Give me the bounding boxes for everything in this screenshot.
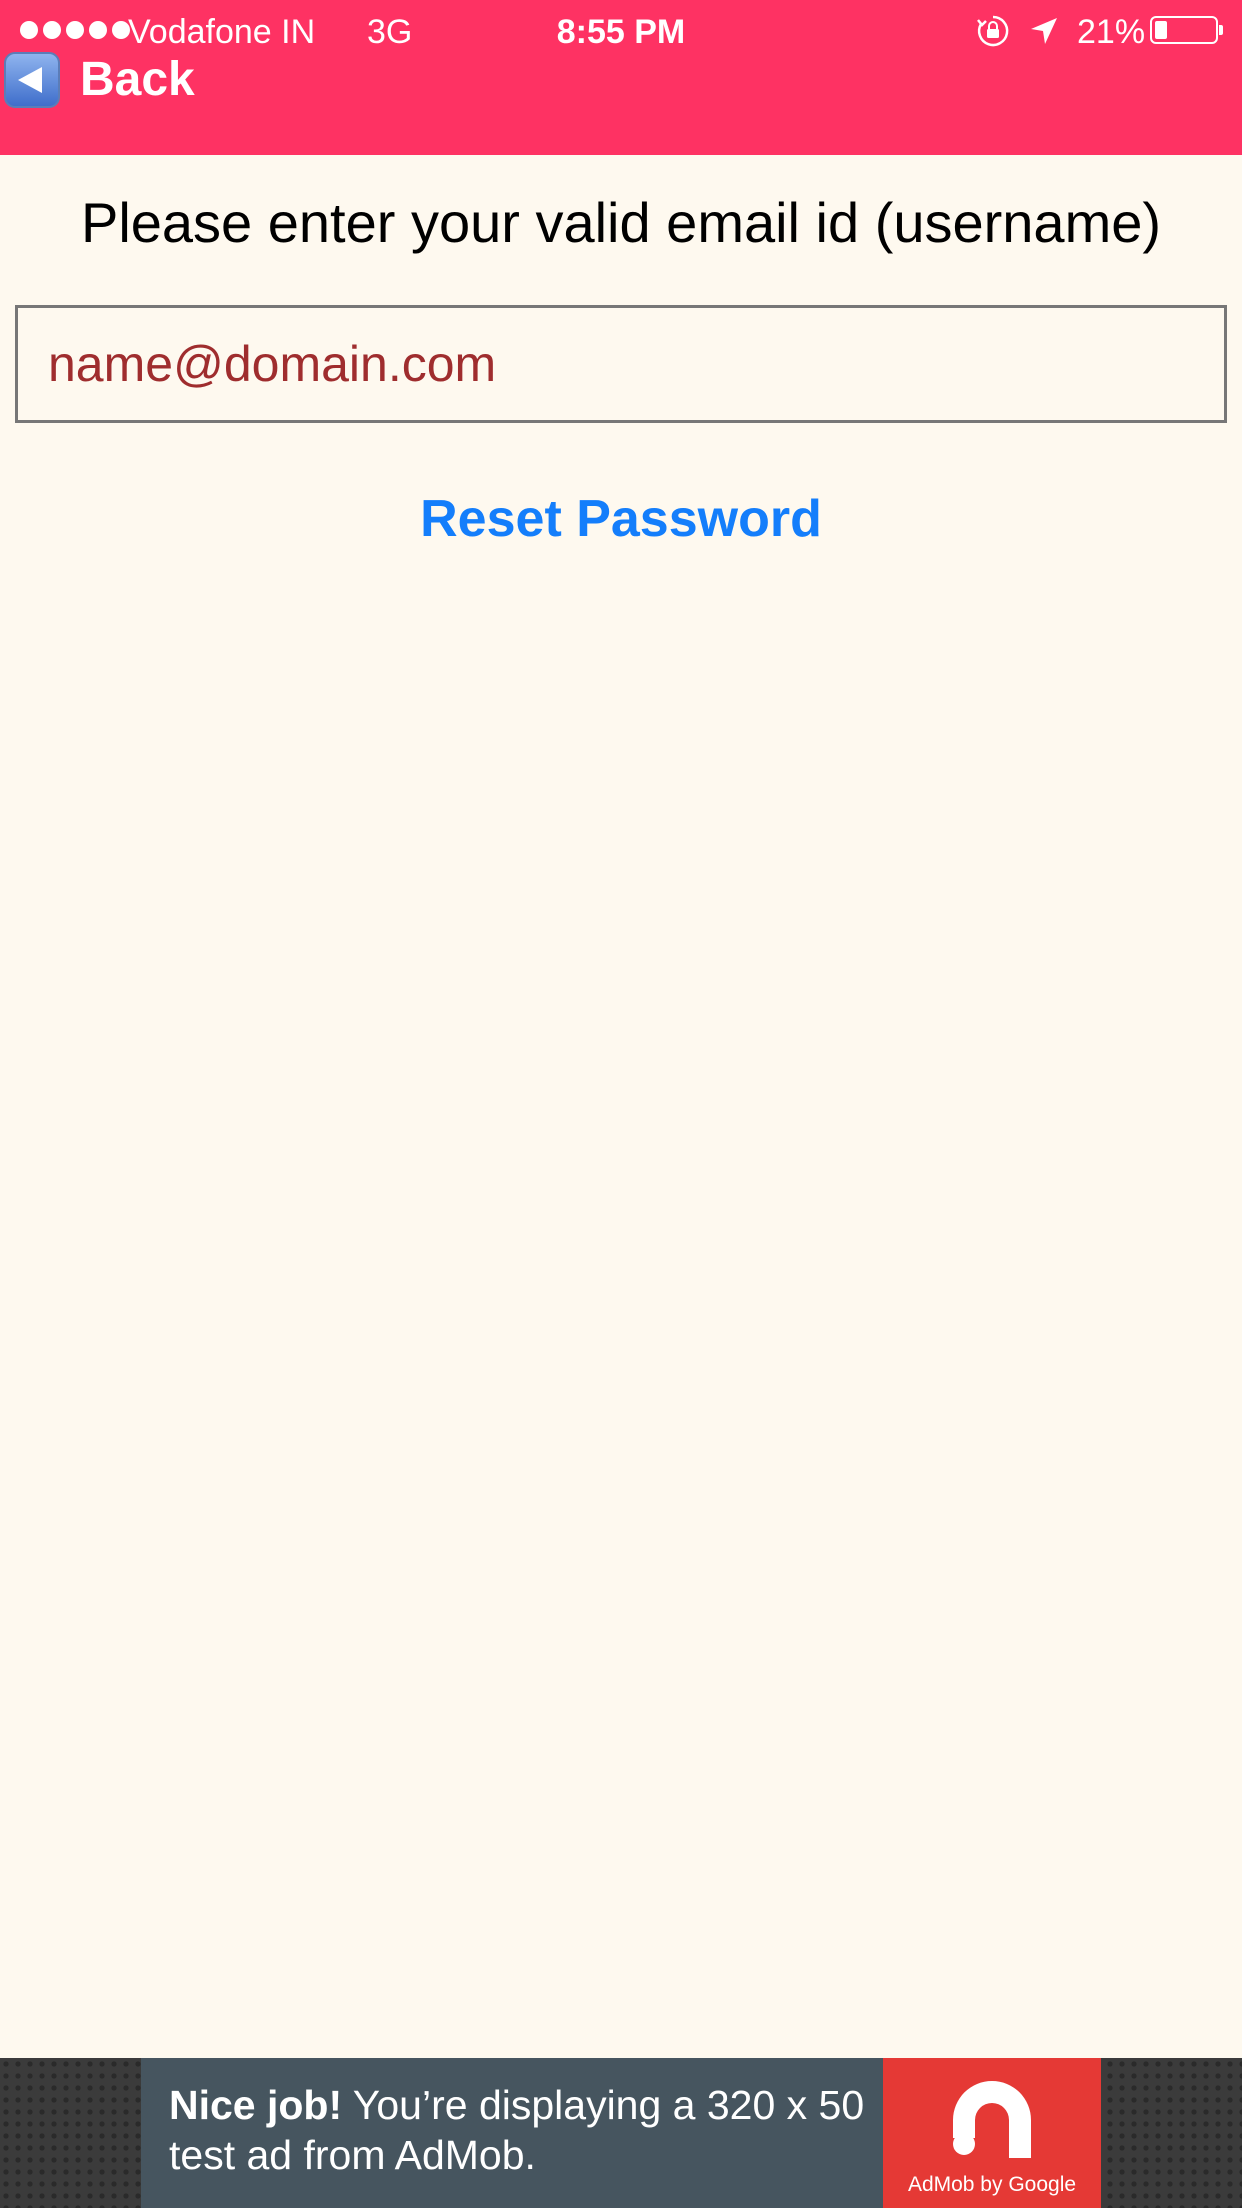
app-header: Vodafone IN 3G 8:55 PM 21% Back bbox=[0, 0, 1242, 155]
ad-logo-area: AdMob by Google bbox=[883, 2058, 1101, 2208]
ad-text: Nice job! You’re displaying a 320 x 50 t… bbox=[141, 2058, 883, 2208]
ad-headline: Nice job! bbox=[169, 2082, 343, 2128]
admob-brand: AdMob by Google bbox=[907, 2173, 1077, 2196]
location-arrow-icon bbox=[1031, 18, 1057, 44]
rotation-lock-icon bbox=[977, 15, 1009, 47]
back-button[interactable]: Back bbox=[4, 50, 195, 110]
back-label: Back bbox=[80, 53, 195, 106]
battery-icon bbox=[1150, 16, 1223, 44]
ad-bar: Nice job! You’re displaying a 320 x 50 t… bbox=[0, 2058, 1242, 2208]
email-instruction: Please enter your valid email id (userna… bbox=[80, 191, 1162, 254]
email-input[interactable] bbox=[15, 305, 1227, 423]
battery-level-fill bbox=[1155, 21, 1167, 39]
reset-password-button[interactable]: Reset Password bbox=[0, 486, 1242, 552]
back-arrow-icon bbox=[4, 52, 60, 108]
battery-percentage: 21% bbox=[1077, 13, 1146, 51]
admob-logo-icon bbox=[953, 2081, 1031, 2158]
test-ad-banner[interactable]: Nice job! You’re displaying a 320 x 50 t… bbox=[141, 2058, 1101, 2208]
